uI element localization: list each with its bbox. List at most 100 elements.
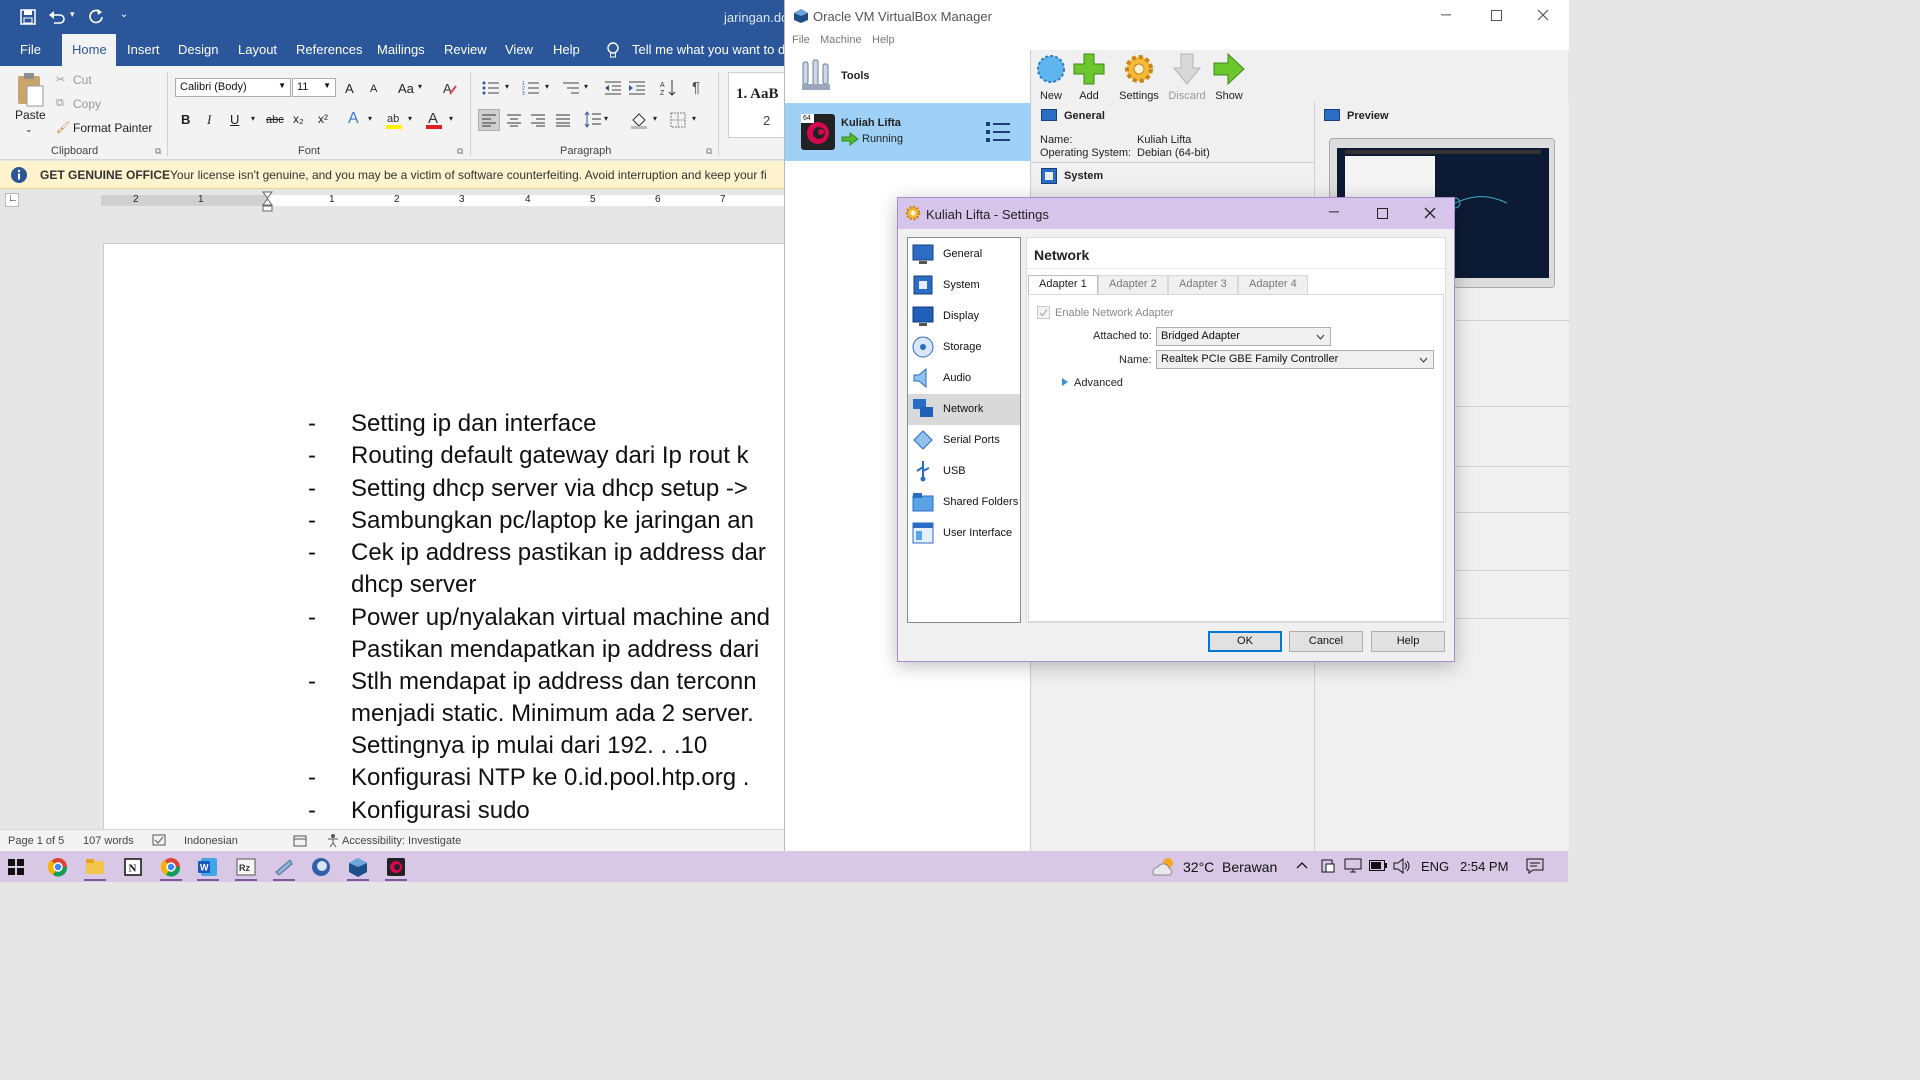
tab-adapter-4[interactable]: Adapter 4 xyxy=(1238,275,1308,294)
document-line[interactable]: Settingnya ip mulai dari 192. . .10 xyxy=(351,732,707,760)
enable-adapter-label: Enable Network Adapter xyxy=(1055,307,1174,319)
section-general[interactable]: General xyxy=(908,239,1020,270)
svg-text:Rz: Rz xyxy=(239,863,250,873)
section-display[interactable]: Display xyxy=(908,301,1020,332)
vbox-title-bar: Oracle VM VirtualBox Manager ─ xyxy=(785,0,1569,32)
section-serial-ports[interactable]: Serial Ports xyxy=(908,425,1020,456)
word-icon[interactable]: W xyxy=(197,856,219,878)
app-icon[interactable] xyxy=(273,856,295,878)
preview-header[interactable]: Preview xyxy=(1347,110,1389,122)
document-line[interactable]: Routing default gateway dari Ip rout k xyxy=(351,442,749,470)
notifications-icon[interactable] xyxy=(1526,858,1544,874)
menu-machine[interactable]: Machine xyxy=(820,34,862,46)
show-button[interactable]: Show xyxy=(1205,52,1253,102)
maximize-icon[interactable] xyxy=(1491,10,1502,21)
weather-temp[interactable]: 32°C xyxy=(1183,859,1214,875)
accessibility-status[interactable]: Accessibility: Investigate xyxy=(342,835,461,847)
dialog-maximize-icon[interactable] xyxy=(1377,208,1388,219)
attached-to-value: Bridged Adapter xyxy=(1161,330,1240,342)
document-line[interactable]: Konfigurasi NTP ke 0.id.pool.htp.org . xyxy=(351,764,749,792)
clock[interactable]: 2:54 PM xyxy=(1460,859,1508,874)
document-line[interactable]: dhcp server xyxy=(351,571,476,599)
section-user-interface[interactable]: User Interface xyxy=(908,518,1020,549)
winrar-icon[interactable]: Rz xyxy=(235,856,257,878)
weather-cloud-sun-icon[interactable] xyxy=(1150,855,1178,879)
page-count[interactable]: Page 1 of 5 xyxy=(8,835,64,847)
dialog-minimize-icon[interactable]: ─ xyxy=(1329,203,1339,219)
settings-gear-icon xyxy=(1125,55,1153,83)
vm-menu-icon[interactable] xyxy=(985,119,1011,145)
app-circle-icon[interactable] xyxy=(310,856,332,878)
chevron-down-icon xyxy=(1316,334,1325,340)
section-shared-folders[interactable]: Shared Folders xyxy=(908,487,1020,518)
dialog-close-icon[interactable] xyxy=(1424,207,1436,219)
add-vm-button[interactable]: Add xyxy=(1065,52,1113,102)
menu-file[interactable]: File xyxy=(792,34,810,46)
section-usb[interactable]: USB xyxy=(908,456,1020,487)
proofing-icon[interactable] xyxy=(152,834,166,847)
input-language[interactable]: ENG xyxy=(1421,859,1449,874)
panel-title: Network xyxy=(1034,247,1090,263)
network-icon xyxy=(913,399,933,417)
volume-icon[interactable] xyxy=(1393,858,1411,874)
device-icon[interactable] xyxy=(1320,858,1336,874)
tools-label[interactable]: Tools xyxy=(841,70,870,82)
chrome-profile-icon[interactable] xyxy=(160,856,182,878)
document-line[interactable]: Power up/nyalakan virtual machine and xyxy=(351,604,770,632)
accessibility-icon[interactable] xyxy=(326,833,340,848)
add-icon xyxy=(1073,53,1105,85)
menu-help[interactable]: Help xyxy=(872,34,895,46)
vm-debian-taskbar-icon[interactable] xyxy=(385,856,407,878)
vbox-title: Oracle VM VirtualBox Manager xyxy=(813,9,992,24)
section-system[interactable]: System xyxy=(908,270,1020,301)
word-count[interactable]: 107 words xyxy=(83,835,134,847)
system-header[interactable]: System xyxy=(1064,170,1103,182)
show-arrow-icon xyxy=(1213,52,1245,86)
weather-text[interactable]: Berawan xyxy=(1222,859,1277,875)
general-header[interactable]: General xyxy=(1064,110,1105,122)
document-line[interactable]: Setting ip dan interface xyxy=(351,410,597,438)
document-line[interactable]: Pastikan mendapatkan ip address dari xyxy=(351,636,759,664)
section-audio[interactable]: Audio xyxy=(908,363,1020,394)
expand-triangle-icon[interactable] xyxy=(1061,377,1069,387)
attached-to-select[interactable]: Bridged Adapter xyxy=(1156,327,1331,346)
windows-start-icon[interactable] xyxy=(8,859,24,875)
tab-adapter-2[interactable]: Adapter 2 xyxy=(1098,275,1168,294)
document-line[interactable]: menjadi static. Minimum ada 2 server. xyxy=(351,700,754,728)
ok-button[interactable]: OK xyxy=(1208,631,1282,652)
language-status[interactable]: Indonesian xyxy=(184,835,238,847)
document-line[interactable]: Sambungkan pc/laptop ke jaringan an xyxy=(351,507,754,535)
settings-button[interactable]: Settings xyxy=(1115,52,1163,102)
display-icon xyxy=(912,306,934,326)
chrome-icon[interactable] xyxy=(47,856,69,878)
discard-button[interactable]: Discard xyxy=(1163,52,1211,102)
adapter-name-select[interactable]: Realtek PCIe GBE Family Controller xyxy=(1156,350,1434,369)
section-label: User Interface xyxy=(943,527,1013,539)
cancel-button[interactable]: Cancel xyxy=(1289,631,1363,652)
document-line[interactable]: Setting dhcp server via dhcp setup -> xyxy=(351,475,748,503)
document-line[interactable]: Konfigurasi sudo xyxy=(351,797,530,825)
tab-adapter-1[interactable]: Adapter 1 xyxy=(1028,275,1098,295)
section-network[interactable]: Network xyxy=(908,394,1020,425)
minimize-icon[interactable]: ─ xyxy=(1441,6,1451,22)
general-os-value: Debian (64-bit) xyxy=(1137,147,1210,159)
network-icon[interactable] xyxy=(1344,858,1362,874)
document-line[interactable]: Stlh mendapat ip address dan terconn xyxy=(351,668,757,696)
tab-adapter-3[interactable]: Adapter 3 xyxy=(1168,275,1238,294)
section-storage[interactable]: Storage xyxy=(908,332,1020,363)
vm-list-item[interactable]: 64 Kuliah Lifta Running xyxy=(785,103,1031,161)
document-line[interactable]: Cek ip address pastikan ip address dar xyxy=(351,539,766,567)
enable-adapter-checkbox[interactable] xyxy=(1037,306,1050,319)
close-icon[interactable] xyxy=(1537,9,1549,21)
calendar-icon[interactable] xyxy=(293,834,307,847)
settings-section-list: General System Display Storage Audio Network S… xyxy=(907,237,1021,623)
chevron-up-icon[interactable] xyxy=(1296,861,1308,869)
notion-icon[interactable]: N xyxy=(122,856,144,878)
file-explorer-icon[interactable] xyxy=(84,856,106,878)
new-label: New xyxy=(1039,90,1062,102)
battery-icon[interactable] xyxy=(1369,860,1387,871)
virtualbox-taskbar-icon[interactable] xyxy=(347,856,369,878)
advanced-toggle[interactable]: Advanced xyxy=(1074,377,1123,389)
help-button[interactable]: Help xyxy=(1371,631,1445,652)
tools-icon[interactable] xyxy=(801,58,833,92)
